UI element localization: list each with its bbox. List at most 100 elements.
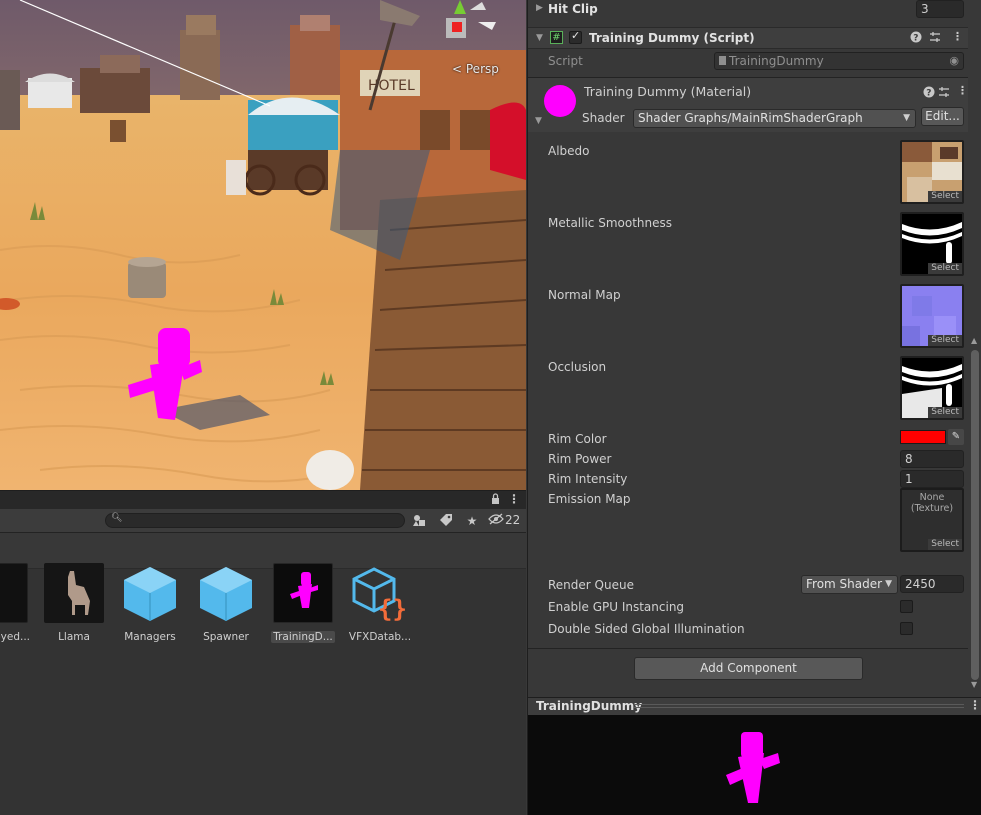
albedo-texture-slot[interactable]: Select bbox=[900, 140, 964, 204]
shader-value: Shader Graphs/MainRimShaderGraph bbox=[638, 111, 863, 125]
projection-label[interactable]: < Persp bbox=[452, 62, 499, 76]
presets-icon[interactable] bbox=[938, 86, 950, 101]
material-menu-icon[interactable]: ⋮ bbox=[957, 84, 968, 97]
select-texture-button[interactable]: Select bbox=[928, 407, 962, 418]
collapsed-arrow-icon[interactable]: ▶ bbox=[536, 3, 543, 13]
asset-label: Spawner bbox=[203, 631, 249, 643]
inspector-panel: ▶ Hit Clip 3 ▼ # Training Dummy (Script)… bbox=[527, 0, 981, 697]
scroll-up-icon[interactable]: ▲ bbox=[971, 336, 977, 345]
rim-intensity-field[interactable]: 1 bbox=[900, 470, 964, 488]
label-icon[interactable] bbox=[438, 513, 454, 529]
llama-thumbnail bbox=[44, 563, 104, 623]
select-texture-button[interactable]: Select bbox=[928, 263, 962, 274]
render-queue-dropdown[interactable]: From Shader ▼ bbox=[801, 575, 898, 594]
asset-item[interactable]: oyed... bbox=[0, 563, 30, 643]
object-picker-icon[interactable]: ◉ bbox=[949, 53, 959, 69]
add-component-button[interactable]: Add Component bbox=[634, 657, 863, 680]
chevron-down-icon: ▼ bbox=[885, 579, 892, 589]
prefab-cube-icon bbox=[120, 563, 180, 623]
help-icon[interactable]: ? bbox=[923, 86, 935, 101]
expanded-arrow-icon[interactable]: ▼ bbox=[535, 116, 542, 126]
visibility-icon[interactable] bbox=[488, 513, 504, 529]
hidden-count: 22 bbox=[505, 513, 521, 527]
presets-icon[interactable] bbox=[929, 31, 941, 46]
asset-item-trainingdummy[interactable]: TrainingD... bbox=[271, 563, 335, 643]
rim-power-field[interactable]: 8 bbox=[900, 450, 964, 468]
scene-view[interactable]: HOTEL < Persp bbox=[0, 0, 526, 490]
asset-item-managers[interactable]: Managers bbox=[118, 563, 182, 643]
normal-map-texture-slot[interactable]: Select bbox=[900, 284, 964, 348]
scene-render: HOTEL bbox=[0, 0, 526, 490]
svg-text:?: ? bbox=[926, 89, 931, 99]
script-component-header[interactable]: ▼ # Training Dummy (Script) ? ⋮ bbox=[528, 27, 968, 49]
lock-icon[interactable] bbox=[491, 493, 500, 505]
eyedropper-icon[interactable]: ✎ bbox=[948, 429, 964, 445]
emission-texture-text: (Texture) bbox=[910, 503, 954, 514]
render-queue-field[interactable]: 2450 bbox=[900, 575, 964, 593]
emission-map-label: Emission Map bbox=[548, 492, 631, 506]
material-header: Training Dummy (Material) ? ⋮ ▼ Shader S… bbox=[528, 78, 968, 132]
asset-label: TrainingD... bbox=[271, 631, 335, 643]
hit-clip-field[interactable]: 3 bbox=[916, 0, 964, 18]
asset-item-llama[interactable]: Llama bbox=[42, 563, 106, 643]
render-queue-label: Render Queue bbox=[548, 578, 634, 592]
asset-label: VFXDatab... bbox=[348, 631, 412, 643]
svg-text:?: ? bbox=[913, 34, 918, 44]
rim-intensity-label: Rim Intensity bbox=[548, 472, 628, 486]
trainingdummy-thumbnail bbox=[273, 563, 333, 623]
asset-label: oyed... bbox=[0, 631, 30, 643]
script-row: Script TrainingDummy ◉ bbox=[528, 51, 968, 71]
select-texture-button[interactable]: Select bbox=[928, 335, 962, 346]
component-title: Training Dummy (Script) bbox=[589, 31, 755, 45]
script-hash-icon: # bbox=[550, 31, 563, 44]
shader-dropdown[interactable]: Shader Graphs/MainRimShaderGraph ▼ bbox=[633, 109, 916, 128]
drag-handle[interactable] bbox=[634, 704, 964, 708]
double-sided-gi-checkbox[interactable] bbox=[900, 622, 913, 635]
rim-color-label: Rim Color bbox=[548, 432, 607, 446]
emission-none-text: None bbox=[919, 492, 945, 503]
albedo-label: Albedo bbox=[548, 144, 590, 158]
script-field: TrainingDummy ◉ bbox=[714, 52, 964, 70]
scroll-down-icon[interactable]: ▼ bbox=[971, 680, 977, 689]
prefab-thumbnail bbox=[0, 563, 28, 623]
expanded-arrow-icon[interactable]: ▼ bbox=[536, 33, 543, 43]
material-title: Training Dummy (Material) bbox=[584, 84, 752, 99]
svg-text:{}: {} bbox=[378, 595, 407, 623]
script-icon: {} bbox=[350, 563, 410, 623]
select-texture-button[interactable]: Select bbox=[928, 191, 962, 202]
occlusion-texture-slot[interactable]: Select bbox=[900, 356, 964, 420]
emission-texture-slot[interactable]: None (Texture) Select bbox=[900, 488, 964, 552]
hit-clip-label: Hit Clip bbox=[548, 2, 598, 16]
filter-by-type-icon[interactable] bbox=[411, 513, 427, 529]
divider bbox=[528, 648, 968, 649]
metallic-texture-slot[interactable]: Select bbox=[900, 212, 964, 276]
render-queue-mode: From Shader bbox=[806, 577, 883, 591]
search-input[interactable]: 🔍︎ bbox=[105, 513, 405, 528]
asset-item-vfxdatabase[interactable]: {} VFXDatab... bbox=[348, 563, 412, 643]
project-panel: ⋮ 🔍︎ ★ 22 oyed... Llama Managers bbox=[0, 490, 526, 815]
preview-area[interactable] bbox=[527, 715, 981, 815]
component-enabled-checkbox[interactable] bbox=[569, 29, 582, 44]
select-texture-button[interactable]: Select bbox=[928, 539, 962, 550]
rim-color-swatch[interactable] bbox=[900, 430, 946, 444]
gpu-instancing-label: Enable GPU Instancing bbox=[548, 600, 685, 614]
favorite-icon[interactable]: ★ bbox=[464, 513, 480, 529]
preview-title: TrainingDummy bbox=[536, 699, 643, 713]
prefab-cube-icon bbox=[196, 563, 256, 623]
asset-item-spawner[interactable]: Spawner bbox=[194, 563, 258, 643]
component-menu-icon[interactable]: ⋮ bbox=[952, 30, 963, 43]
edit-shader-button[interactable]: Edit... bbox=[921, 107, 964, 126]
inspector-scrollbar[interactable] bbox=[971, 350, 979, 680]
preview-header[interactable]: TrainingDummy ⋮ bbox=[527, 697, 981, 715]
project-header: ⋮ bbox=[0, 491, 526, 509]
metallic-smoothness-label: Metallic Smoothness bbox=[548, 216, 673, 230]
persp-text: Persp bbox=[465, 62, 499, 76]
asset-label: Llama bbox=[58, 631, 90, 643]
preview-model bbox=[726, 732, 780, 803]
chevron-down-icon: ▼ bbox=[903, 113, 910, 123]
gpu-instancing-checkbox[interactable] bbox=[900, 600, 913, 613]
more-options-icon[interactable]: ⋮ bbox=[508, 492, 520, 506]
preview-menu-icon[interactable]: ⋮ bbox=[969, 698, 981, 712]
help-icon[interactable]: ? bbox=[910, 31, 922, 46]
search-icon: 🔍︎ bbox=[111, 513, 123, 523]
